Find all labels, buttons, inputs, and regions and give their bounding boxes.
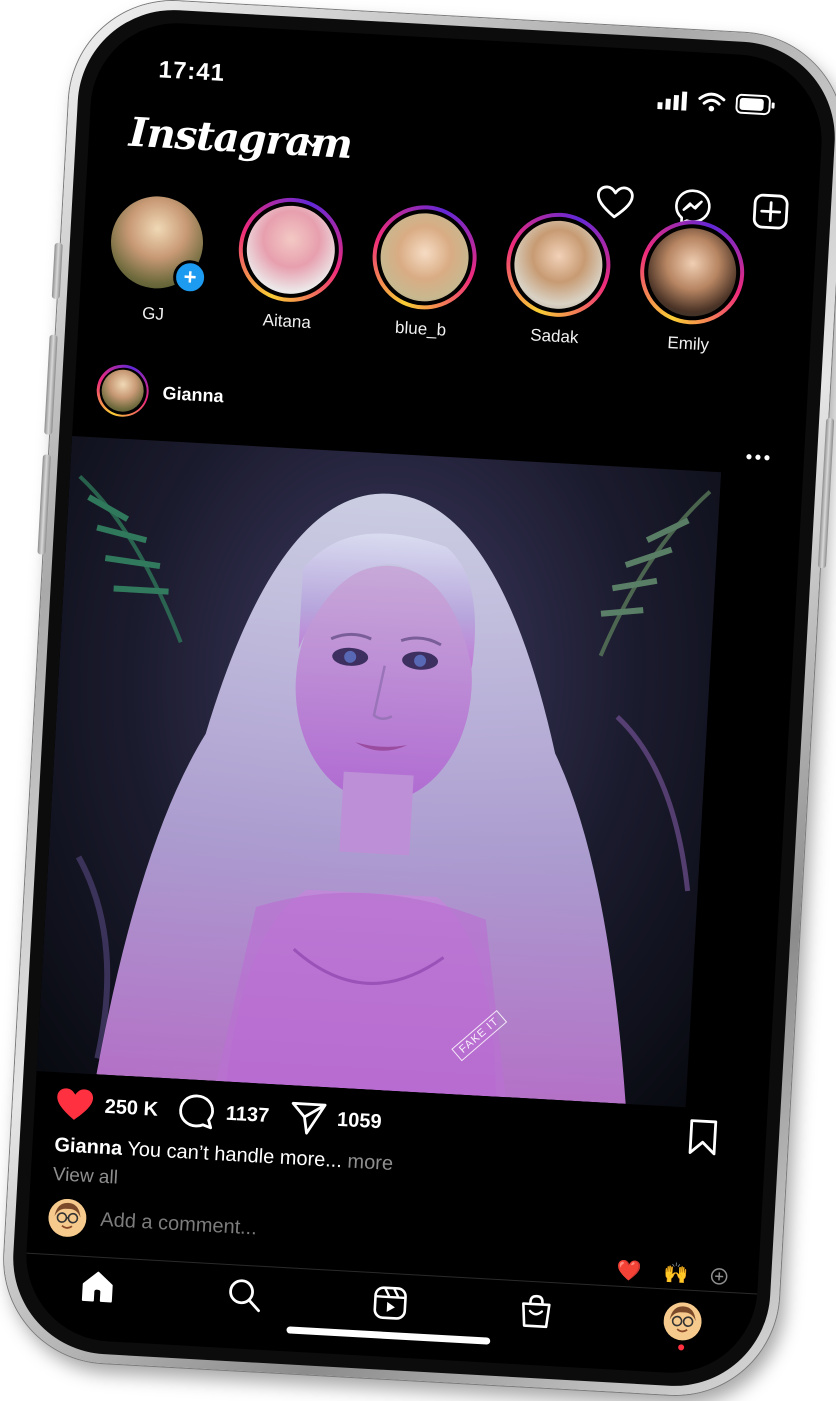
add-story-icon[interactable]: + <box>172 259 209 296</box>
view-all-comments-link[interactable]: View all <box>52 1164 118 1190</box>
home-icon <box>82 1271 113 1303</box>
story-item[interactable]: Sadak <box>500 210 614 386</box>
post-photo-illustration <box>75 474 712 1104</box>
comments-count[interactable]: 1137 <box>225 1102 270 1127</box>
story-name: blue_b <box>394 317 447 340</box>
avatar <box>512 218 605 312</box>
post-username[interactable]: Gianna <box>162 382 224 406</box>
app-screen: 17:41 Instagram + GJ Aitana blue_b Sadak… <box>21 18 827 1378</box>
status-time: 17:41 <box>157 56 226 87</box>
story-name: Emily <box>666 333 710 355</box>
story-ring <box>235 195 346 305</box>
more-dots-icon <box>746 454 770 461</box>
likes-count[interactable]: 250 K <box>104 1095 159 1121</box>
nav-shop[interactable] <box>507 1293 565 1330</box>
story-name: GJ <box>141 303 165 324</box>
share-button[interactable] <box>288 1099 328 1137</box>
post-image[interactable]: FAKE IT <box>36 435 722 1108</box>
chevron-down-icon[interactable] <box>302 134 323 149</box>
story-item[interactable]: blue_b <box>366 202 480 379</box>
phone-mockup: 17:41 Instagram + GJ Aitana blue_b Sadak… <box>0 0 836 1401</box>
story-item[interactable]: Aitana <box>232 195 346 371</box>
post-header: Gianna <box>95 363 225 422</box>
signal-icon <box>657 91 688 111</box>
search-icon <box>228 1279 260 1313</box>
post-options-button[interactable] <box>745 436 771 468</box>
story-name: Sadak <box>529 325 579 348</box>
story-ring: + <box>102 188 212 298</box>
like-button[interactable] <box>54 1086 96 1124</box>
story-ring <box>503 210 614 320</box>
nav-search[interactable] <box>215 1276 273 1313</box>
notification-dot <box>677 1344 685 1351</box>
heart-reaction[interactable]: ❤️ <box>616 1258 642 1284</box>
caption-username[interactable]: Gianna <box>54 1134 123 1160</box>
caption-text: You can’t handle more... <box>121 1137 343 1173</box>
profile-avatar-icon <box>663 1302 702 1341</box>
comment-button[interactable] <box>177 1092 217 1132</box>
shares-count[interactable]: 1059 <box>336 1108 382 1133</box>
current-user-avatar <box>48 1198 87 1237</box>
bookmark-button[interactable] <box>687 1117 719 1157</box>
avatar <box>100 368 145 413</box>
wifi-icon <box>698 92 726 112</box>
nav-home[interactable] <box>69 1268 127 1305</box>
post-author-avatar[interactable] <box>95 363 151 419</box>
story-name: Aitana <box>262 310 312 333</box>
raised-hands-reaction[interactable]: 🙌 <box>663 1260 689 1286</box>
nav-reels[interactable] <box>361 1285 419 1322</box>
status-icons <box>657 88 776 117</box>
story-own[interactable]: + GJ <box>99 188 212 364</box>
story-ring <box>369 202 480 313</box>
avatar <box>244 203 338 297</box>
caption-more-link[interactable]: more <box>341 1150 394 1175</box>
story-ring <box>637 217 748 328</box>
avatar <box>378 210 471 304</box>
story-item[interactable]: Emily <box>634 217 748 393</box>
quick-reactions: ❤️ 🙌 <box>616 1258 729 1289</box>
battery-icon <box>735 93 775 116</box>
comment-input[interactable]: Add a comment... <box>100 1208 258 1240</box>
shop-icon <box>522 1294 551 1329</box>
nav-profile[interactable] <box>653 1301 712 1352</box>
reels-icon <box>373 1286 407 1320</box>
add-reaction-icon[interactable] <box>710 1266 729 1285</box>
avatar <box>645 225 739 319</box>
